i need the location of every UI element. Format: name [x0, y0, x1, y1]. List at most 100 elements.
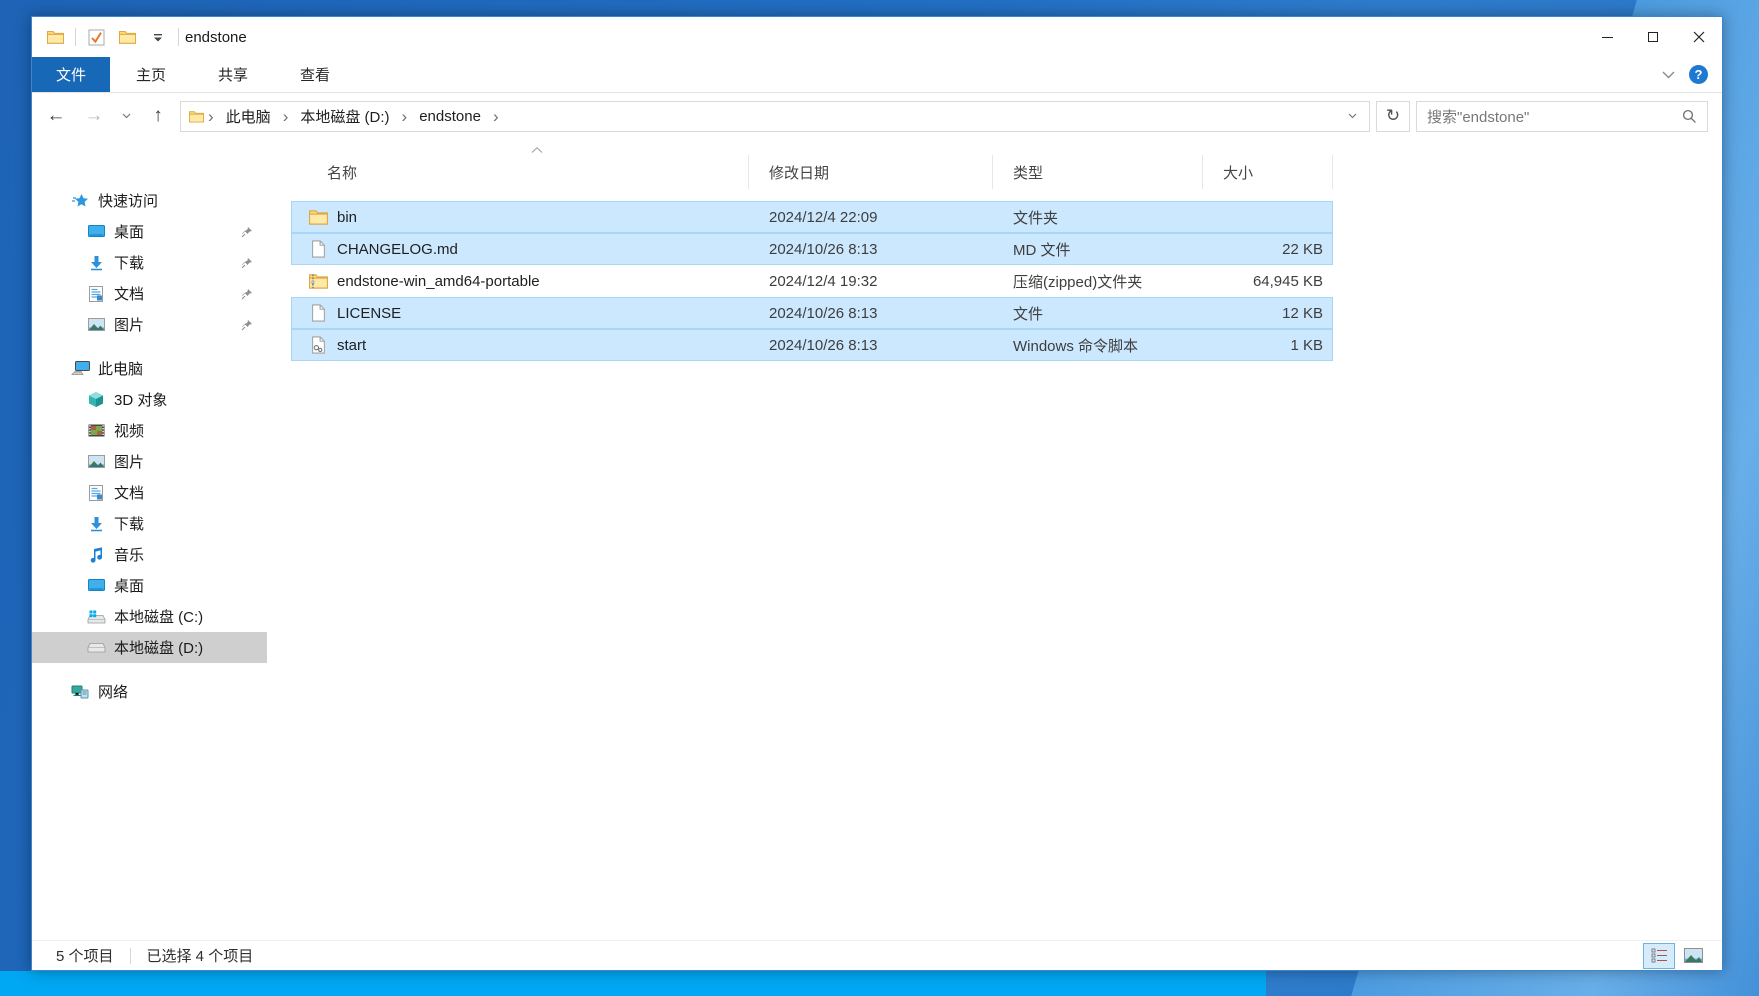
sidebar-item-pictures-2[interactable]: 图片 — [32, 446, 267, 477]
file-date: 2024/10/26 8:13 — [749, 241, 993, 258]
file-icon — [307, 304, 329, 322]
file-list-pane: 名称 修改日期 类型 大小 bin 2024/12/4 22:09 文件夹 — [267, 139, 1722, 940]
file-size: 1 KB — [1203, 337, 1333, 354]
column-header-type[interactable]: 类型 — [993, 155, 1203, 189]
file-icon — [307, 240, 329, 258]
file-size: 64,945 KB — [1203, 273, 1333, 290]
forward-button[interactable]: → — [78, 101, 110, 131]
desktop-background: endstone 文件 主页 共享 查看 ? ← → ↑ — [0, 0, 1759, 996]
sidebar-item-network[interactable]: 网络 — [32, 676, 267, 707]
tab-share[interactable]: 共享 — [192, 57, 274, 92]
sidebar-item-3d-objects[interactable]: 3D 对象 — [32, 384, 267, 415]
up-button[interactable]: ↑ — [142, 101, 174, 131]
sidebar-item-documents-2[interactable]: 文档 — [32, 477, 267, 508]
search-icon — [1682, 109, 1697, 124]
sidebar-item-videos[interactable]: 视频 — [32, 415, 267, 446]
sidebar-item-documents[interactable]: 文档 — [32, 278, 267, 309]
title-bar: endstone — [32, 17, 1722, 57]
breadcrumb-this-pc[interactable]: 此电脑 — [218, 106, 279, 127]
tab-view[interactable]: 查看 — [274, 57, 356, 92]
sidebar-item-label: 本地磁盘 (D:) — [114, 637, 203, 658]
network-icon — [70, 685, 90, 699]
desktop-icon — [86, 225, 106, 238]
tab-home[interactable]: 主页 — [110, 57, 192, 92]
table-row-changelog[interactable]: CHANGELOG.md 2024/10/26 8:13 MD 文件 22 KB — [291, 233, 1333, 265]
table-row-start[interactable]: start 2024/10/26 8:13 Windows 命令脚本 1 KB — [291, 329, 1333, 361]
refresh-button[interactable]: ↻ — [1376, 101, 1410, 132]
file-type: MD 文件 — [993, 239, 1203, 260]
window-folder-icon — [44, 25, 66, 49]
sidebar-item-this-pc[interactable]: 此电脑 — [32, 353, 267, 384]
address-dropdown-chevron-icon[interactable] — [1340, 113, 1365, 119]
back-button[interactable]: ← — [40, 101, 72, 131]
sidebar-item-downloads-2[interactable]: 下载 — [32, 508, 267, 539]
address-bar[interactable]: › 此电脑 › 本地磁盘 (D:) › endstone › — [180, 101, 1370, 132]
close-button[interactable] — [1676, 17, 1722, 57]
table-row-bin[interactable]: bin 2024/12/4 22:09 文件夹 — [291, 201, 1333, 233]
batch-script-icon — [307, 336, 329, 354]
file-date: 2024/10/26 8:13 — [749, 305, 993, 322]
sidebar-item-label: 下载 — [114, 252, 144, 273]
file-type: Windows 命令脚本 — [993, 335, 1203, 356]
new-folder-button[interactable] — [116, 25, 138, 49]
file-explorer-window: endstone 文件 主页 共享 查看 ? ← → ↑ — [31, 16, 1723, 971]
tab-file[interactable]: 文件 — [32, 57, 110, 92]
breadcrumb-separator-icon: › — [206, 108, 216, 125]
column-header-name[interactable]: 名称 — [291, 155, 749, 189]
column-label: 类型 — [1013, 162, 1043, 183]
tab-label: 主页 — [136, 64, 166, 85]
ribbon-tab-bar: 文件 主页 共享 查看 ? — [32, 57, 1722, 93]
this-pc-icon — [70, 361, 90, 376]
breadcrumb-endstone[interactable]: endstone — [411, 108, 489, 125]
thumbnail-view-button[interactable] — [1678, 944, 1708, 968]
sort-ascending-icon — [531, 147, 543, 153]
breadcrumb-local-disk-d[interactable]: 本地磁盘 (D:) — [292, 106, 397, 127]
maximize-icon — [1648, 32, 1658, 42]
sidebar-item-quick-access[interactable]: 快速访问 — [32, 185, 267, 216]
help-button[interactable]: ? — [1689, 65, 1708, 84]
details-view-button[interactable] — [1644, 944, 1674, 968]
sidebar-item-pictures[interactable]: 图片 — [32, 309, 267, 340]
column-header-date[interactable]: 修改日期 — [749, 155, 993, 189]
maximize-button[interactable] — [1630, 17, 1676, 57]
customize-toolbar-caret-icon[interactable] — [147, 25, 169, 49]
sidebar-item-desktop[interactable]: 桌面 — [32, 216, 267, 247]
sidebar-item-music[interactable]: 音乐 — [32, 539, 267, 570]
sidebar-item-label: 视频 — [114, 420, 144, 441]
ribbon-right-controls: ? — [1662, 57, 1722, 92]
sidebar-item-local-disk-c[interactable]: 本地磁盘 (C:) — [32, 601, 267, 632]
sidebar-item-label: 文档 — [114, 283, 144, 304]
pin-icon — [241, 226, 267, 238]
status-separator — [130, 948, 131, 964]
column-header-size[interactable]: 大小 — [1203, 155, 1333, 189]
thumbnail-view-icon — [1684, 948, 1703, 963]
document-icon — [86, 286, 106, 302]
table-row-license[interactable]: LICENSE 2024/10/26 8:13 文件 12 KB — [291, 297, 1333, 329]
sidebar-item-local-disk-d[interactable]: 本地磁盘 (D:) — [32, 632, 267, 663]
videos-icon — [86, 424, 106, 437]
sidebar-item-label: 桌面 — [114, 221, 144, 242]
tab-label: 文件 — [56, 64, 86, 85]
breadcrumb-separator-icon: › — [491, 108, 501, 125]
quick-access-toolbar — [32, 25, 179, 49]
file-type: 文件 — [993, 303, 1203, 324]
disk-c-icon — [86, 610, 106, 624]
search-placeholder: 搜索"endstone" — [1427, 106, 1676, 127]
pin-icon — [241, 257, 267, 269]
sidebar-item-label: 本地磁盘 (C:) — [114, 606, 203, 627]
properties-button[interactable] — [85, 25, 107, 49]
table-row-portable-zip[interactable]: endstone-win_amd64-portable 2024/12/4 19… — [291, 265, 1333, 297]
expand-ribbon-chevron-icon[interactable] — [1662, 71, 1675, 79]
sidebar-item-label: 音乐 — [114, 544, 144, 565]
minimize-button[interactable] — [1584, 17, 1630, 57]
search-input[interactable]: 搜索"endstone" — [1416, 101, 1708, 132]
items-count: 5 个项目 — [56, 945, 114, 966]
sidebar-item-desktop-2[interactable]: 桌面 — [32, 570, 267, 601]
recent-locations-chevron-icon[interactable] — [116, 101, 136, 131]
navigation-pane: 快速访问 桌面 下载 — [32, 139, 267, 940]
file-name: bin — [337, 209, 357, 226]
sidebar-item-downloads[interactable]: 下载 — [32, 247, 267, 278]
pin-icon — [241, 319, 267, 331]
quick-access-star-icon — [70, 193, 90, 209]
details-view-icon — [1651, 948, 1668, 963]
